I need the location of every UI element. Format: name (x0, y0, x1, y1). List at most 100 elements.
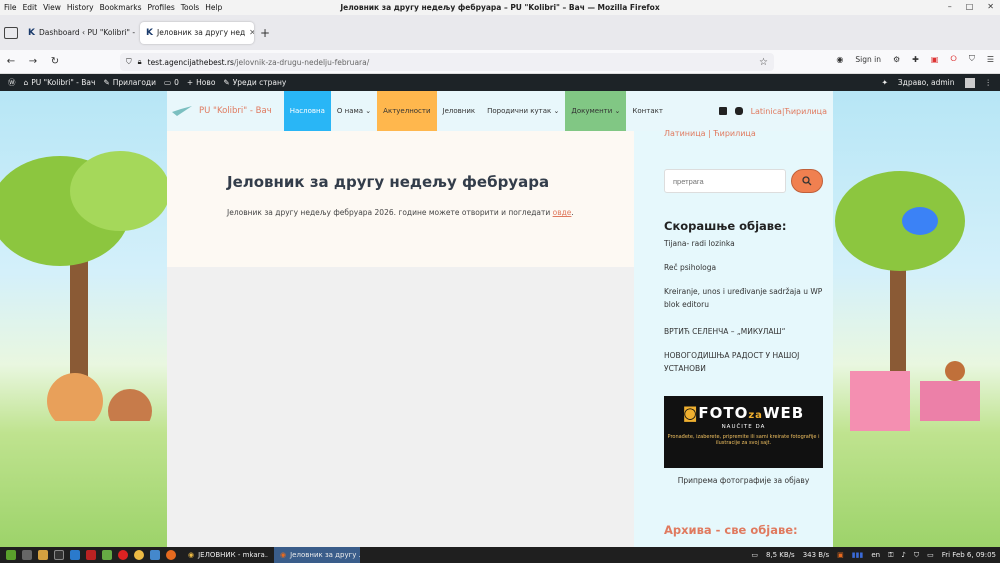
facebook-icon[interactable] (718, 107, 727, 115)
app-icon[interactable] (102, 550, 112, 560)
vscode-icon[interactable] (70, 550, 80, 560)
shield-extension-icon[interactable]: ⛉ (969, 54, 975, 64)
clock[interactable]: Fri Feb 6, 09:05 (942, 551, 996, 559)
tab-list-icon[interactable] (4, 26, 18, 39)
menu-help[interactable]: Help (205, 3, 222, 12)
task-label: Јеловник за другу ... (290, 551, 360, 559)
sparkle-icon[interactable]: ✦ (882, 78, 888, 87)
recent-post-link[interactable]: Reč psihologa (664, 261, 824, 274)
terminal-icon[interactable] (54, 550, 64, 560)
recent-post-link[interactable]: Tijana- radi lozinka (664, 237, 824, 250)
wp-edit-label: Уреди страну (232, 78, 287, 87)
chrome-icon: ◉ (188, 551, 195, 559)
account-icon[interactable]: ◉ (836, 55, 843, 64)
wordpress-logo-icon[interactable]: Ⓦ (8, 77, 16, 88)
menu-bookmarks[interactable]: Bookmarks (100, 3, 142, 12)
files-icon[interactable] (38, 550, 48, 560)
chrome-icon[interactable] (134, 550, 144, 560)
reload-icon[interactable]: ↻ (44, 56, 66, 67)
nav-item-contact[interactable]: Контакт (626, 91, 669, 131)
opera-icon[interactable] (118, 550, 128, 560)
site-logo[interactable]: PU "Kolibri" - Вач (171, 104, 272, 118)
nav-item-about[interactable]: О нама ⌄ (331, 91, 377, 131)
chevron-down-icon: ⌄ (365, 107, 372, 115)
tab-label: Dashboard ‹ PU "Kolibri" - В (38, 28, 136, 37)
recent-post-link[interactable]: Kreiranje, unos i uređivanje sadržaja u … (664, 285, 824, 311)
nav-item-family[interactable]: Породични кутак ⌄ (481, 91, 565, 131)
page-text-body: Јеловник за другу недељу фебруара 2026. … (227, 208, 553, 217)
opera-icon[interactable]: ⭘ (950, 54, 956, 64)
nav-item-news[interactable]: Актуелности (377, 91, 437, 131)
close-icon[interactable]: ✕ (987, 2, 994, 11)
wp-customize-link[interactable]: ✎ Прилагоди (103, 78, 156, 87)
network-icon[interactable]: ⚿ (888, 551, 893, 560)
sidebar: Латиница | Ћирилица Скорашње објаве: Tij… (634, 129, 833, 547)
new-tab-icon[interactable]: + (260, 26, 270, 40)
menu-profiles[interactable]: Profiles (148, 3, 175, 12)
maximize-icon[interactable]: □ (966, 2, 974, 11)
tab-jelovnik[interactable]: K Јеловник за другу нед ✕ (140, 21, 254, 44)
plus-icon: + (186, 78, 194, 87)
site-header: PU "Kolibri" - Вач Насловна О нама ⌄ Акт… (167, 91, 833, 131)
shield-icon[interactable]: ⛉ (914, 551, 919, 560)
menu-edit[interactable]: Edit (23, 3, 38, 12)
address-bar[interactable]: ⛉ 🔒︎ test.agencijathebest.rs/jelovnik-za… (120, 53, 774, 71)
lock-icon[interactable]: 🔒︎ (138, 57, 142, 67)
shield-icon[interactable]: ⛉ (126, 57, 132, 67)
back-icon[interactable]: ← (0, 56, 22, 67)
extensions-icon[interactable]: ⚙ (893, 55, 900, 64)
volume-icon[interactable]: ♪ (901, 551, 905, 559)
nav-item-documents[interactable]: Документи ⌄ (565, 91, 627, 131)
firefox-icon[interactable] (166, 550, 176, 560)
menu-bar: File Edit View History Bookmarks Profile… (0, 3, 222, 12)
app-icon[interactable] (150, 550, 160, 560)
kolibri-favicon-icon: K (28, 27, 35, 38)
search-button[interactable] (791, 169, 823, 193)
desktop-icon[interactable] (22, 550, 32, 560)
extension-badge-icon[interactable]: ▣ (931, 55, 939, 64)
banner-title-b: WEB (762, 404, 805, 422)
firefox-tray-icon[interactable]: ▣ (837, 551, 844, 559)
recent-post-link[interactable]: НОВОГОДИШЊА РАДОСТ У НАШОЈ УСТАНОВИ (664, 349, 824, 375)
task-label: ЈЕЛОВНИК - mkara... (198, 551, 268, 559)
foto-za-web-banner[interactable]: ◙FOTOzaWEB NAUČITE DA Pronađete, izabere… (664, 396, 823, 468)
menu-history[interactable]: History (67, 3, 94, 12)
nav-item-home[interactable]: Насловна (283, 91, 331, 131)
menu-tools[interactable]: Tools (181, 3, 199, 12)
menu-file[interactable]: File (4, 3, 17, 12)
hamburger-menu-icon[interactable]: ☰ (987, 55, 994, 64)
monitor-icon[interactable]: ▭ (751, 551, 758, 559)
nav-item-menu[interactable]: Јеловник (437, 91, 482, 131)
search-input[interactable] (664, 169, 786, 193)
avatar[interactable] (964, 77, 975, 88)
wp-site-name: PU "Kolibri" - Вач (31, 78, 96, 87)
tab-close-icon[interactable]: ✕ (249, 28, 254, 37)
wp-edit-link[interactable]: ✎ Уреди страну (223, 78, 286, 87)
wp-site-link[interactable]: ⌂ PU "Kolibri" - Вач (24, 78, 96, 87)
taskbar-task-firefox[interactable]: ◉ Јеловник за другу ... (274, 547, 360, 563)
camera-icon: ◙ (682, 404, 699, 422)
wp-comments-link[interactable]: ▭ 0 (164, 78, 179, 87)
menu-link[interactable]: овде (553, 208, 572, 217)
wp-new-link[interactable]: + Ново (187, 78, 216, 87)
bookmark-star-icon[interactable]: ☆ (759, 57, 768, 68)
sidebar-language-switch[interactable]: Латиница | Ћирилица (664, 129, 756, 138)
language-switch[interactable]: Latinica|Ћирилица (751, 107, 827, 116)
banner-title-a: FOTO (698, 404, 749, 422)
instagram-icon[interactable] (734, 107, 743, 115)
recent-post-link[interactable]: ВРТИЋ СЕЛЕНЧА – „МИКУЛАШ“ (664, 325, 824, 338)
start-menu-icon[interactable] (6, 550, 16, 560)
keyboard-language[interactable]: en (871, 551, 880, 559)
puzzle-icon[interactable]: ✚ (912, 55, 919, 64)
filezilla-icon[interactable] (86, 550, 96, 560)
menu-view[interactable]: View (43, 3, 61, 12)
minimize-icon[interactable]: – (948, 2, 952, 11)
wp-admin-bar: Ⓦ ⌂ PU "Kolibri" - Вач ✎ Прилагоди ▭ 0 + Нов… (0, 74, 1000, 91)
tab-dashboard[interactable]: K Dashboard ‹ PU "Kolibri" - В (22, 22, 136, 44)
battery-icon[interactable]: ▭ (927, 551, 934, 559)
wp-greeting[interactable]: Здраво, admin (898, 78, 955, 87)
more-vertical-icon[interactable]: ⋮ (985, 78, 993, 87)
taskbar-task-chrome[interactable]: ◉ ЈЕЛОВНИК - mkara... (182, 547, 268, 563)
sign-in-button[interactable]: Sign in (855, 55, 881, 64)
forward-icon[interactable]: → (22, 56, 44, 67)
